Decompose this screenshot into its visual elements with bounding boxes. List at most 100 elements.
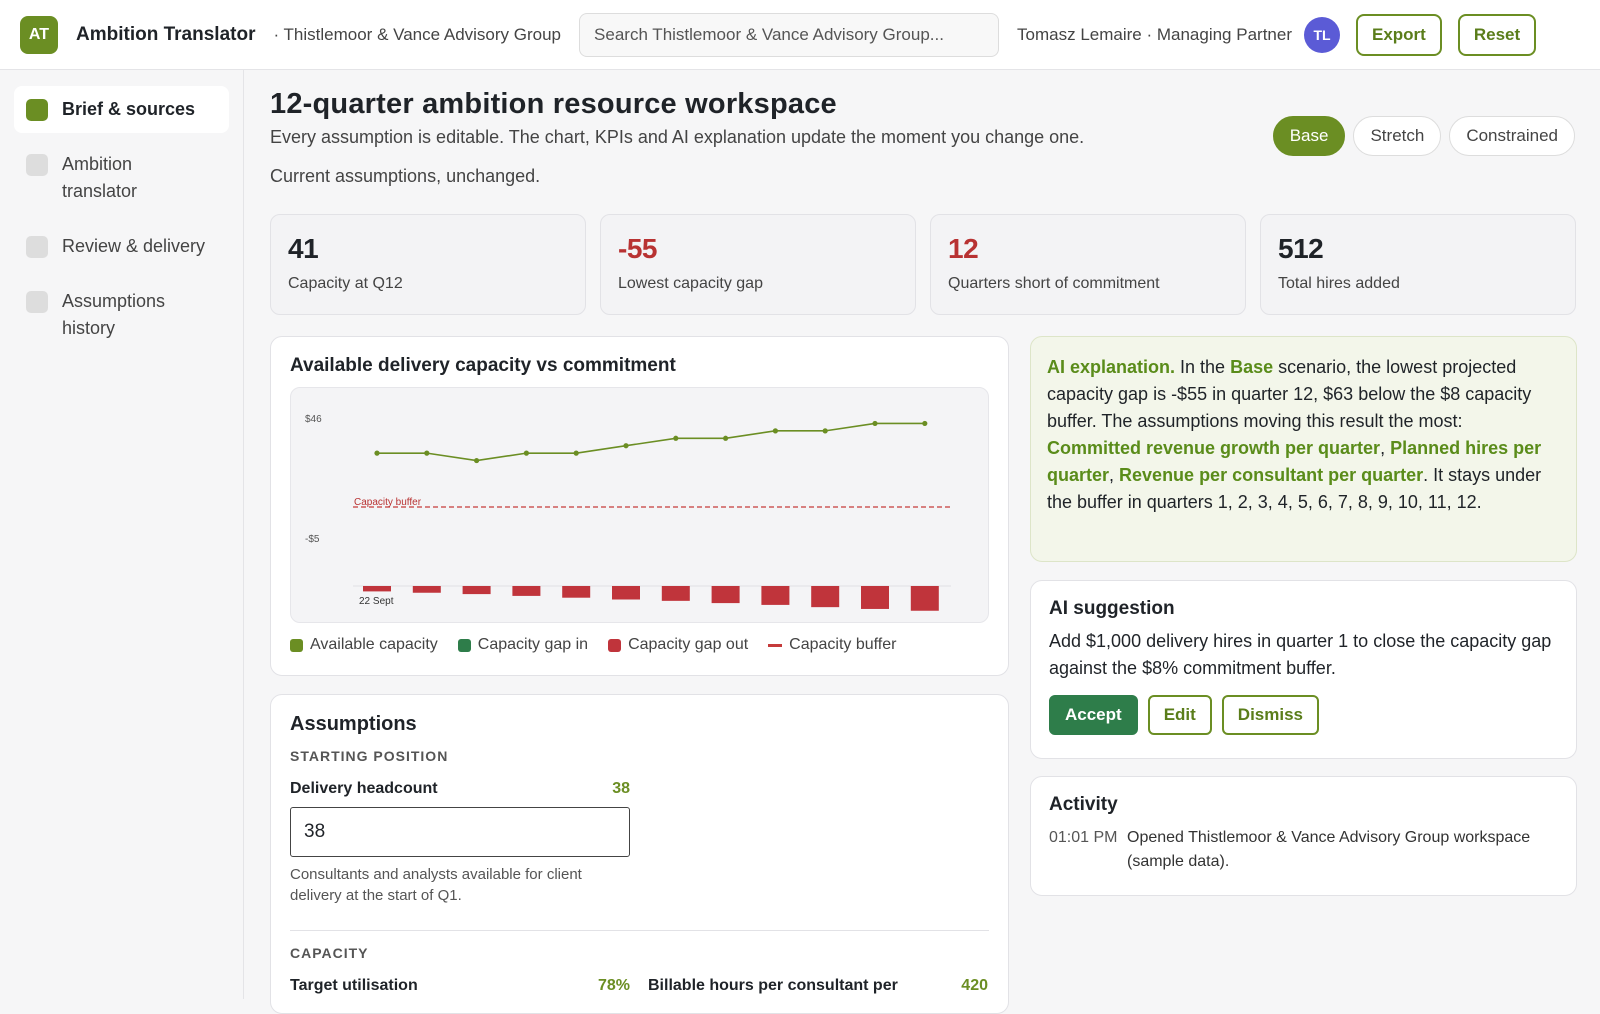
divider xyxy=(290,930,989,931)
nav-square-icon xyxy=(26,291,48,313)
field-value: 38 xyxy=(612,780,630,797)
nav-square-icon xyxy=(26,236,48,258)
kpi-label: Quarters short of commitment xyxy=(948,275,1160,292)
legend-label: Available capacity xyxy=(310,636,438,653)
chart-svg: $46 -$5 Capacity buffer 22 Sept xyxy=(305,414,951,611)
activity-item: 01:01 PM Opened Thistlemoor & Vance Advi… xyxy=(1049,826,1558,874)
ai-text: , xyxy=(1380,438,1391,458)
gap-bar xyxy=(910,586,939,611)
kpi-value: 41 xyxy=(288,233,319,264)
reset-button[interactable]: Reset xyxy=(1457,13,1537,56)
gap-bar xyxy=(612,586,640,600)
legend-item: Capacity gap in xyxy=(457,636,589,654)
ai-driver: Revenue per consultant per quarter xyxy=(1119,465,1424,485)
search-input[interactable]: Search Thistlemoor & Vance Advisory Grou… xyxy=(579,12,1000,57)
chart-plot-area: $46 -$5 Capacity buffer 22 Sept xyxy=(290,387,989,623)
legend-item: Available capacity xyxy=(290,636,438,654)
nav-square-icon xyxy=(26,99,48,121)
sidebar-item-label: Brief & sources xyxy=(62,99,196,119)
sidebar: Brief & sources Ambition translator Revi… xyxy=(0,70,244,999)
legend-label: Capacity buffer xyxy=(789,636,897,653)
field-help: Consultants and analysts available for c… xyxy=(290,866,582,904)
capacity-point xyxy=(623,443,629,449)
accept-button[interactable]: Accept xyxy=(1049,695,1138,735)
activity-text: Opened Thistlemoor & Vance Advisory Grou… xyxy=(1127,829,1531,870)
kpi-label: Capacity at Q12 xyxy=(288,275,403,292)
capacity-point xyxy=(772,428,778,434)
org-name: · Thistlemoor & Vance Advisory Group xyxy=(273,24,562,44)
kpi-card: 12 Quarters short of commitment xyxy=(930,214,1246,315)
gap-bar xyxy=(462,586,491,595)
legend-label: Capacity gap out xyxy=(628,636,749,653)
capacity-point xyxy=(523,450,529,456)
sidebar-item-label: Assumptions history xyxy=(62,291,166,338)
app-name: Ambition Translator xyxy=(76,23,256,45)
gap-bar xyxy=(661,586,690,601)
export-button[interactable]: Export xyxy=(1356,13,1442,56)
legend-label: Capacity gap in xyxy=(477,636,589,653)
capacity-point xyxy=(424,450,430,456)
field-header: Billable hours per consultant per 420 xyxy=(648,977,988,995)
top-bar: AT Ambition Translator · Thistlemoor & V… xyxy=(0,0,1600,70)
sidebar-item-brief[interactable]: Brief & sources xyxy=(14,86,229,133)
headcount-input[interactable]: 38 xyxy=(290,807,630,857)
sidebar-item-ambition-translator[interactable]: Ambition translator xyxy=(14,141,229,215)
kpi-label: Lowest capacity gap xyxy=(618,275,763,292)
kpi-card: 41 Capacity at Q12 xyxy=(270,214,586,315)
capacity-point xyxy=(922,420,928,427)
sidebar-item-label: Ambition translator xyxy=(62,154,138,201)
suggestion-title: AI suggestion xyxy=(1049,598,1175,619)
scenario-base[interactable]: Base xyxy=(1272,116,1346,156)
assumptions-title: Assumptions xyxy=(290,713,417,735)
capacity-fields: Target utilisation 78% Billable hours pe… xyxy=(290,961,989,995)
sidebar-item-history[interactable]: Assumptions history xyxy=(14,278,229,352)
legend-item: Capacity buffer xyxy=(768,636,896,654)
gap-bar xyxy=(811,586,840,608)
legend-swatch xyxy=(457,638,471,652)
kpi-card: 512 Total hires added xyxy=(1260,214,1576,315)
avatar[interactable]: TL xyxy=(1304,16,1340,53)
edit-button[interactable]: Edit xyxy=(1147,695,1212,735)
scenario-switcher: Base Stretch Constrained xyxy=(1272,116,1575,156)
gap-bar xyxy=(562,586,591,598)
section-heading: CAPACITY xyxy=(290,945,369,961)
section-heading: STARTING POSITION xyxy=(290,748,449,764)
field-header: Delivery headcount 38 xyxy=(290,780,630,798)
capacity-point xyxy=(474,457,480,464)
gap-bar xyxy=(711,586,740,604)
legend-swatch xyxy=(290,638,303,652)
kpi-value: 512 xyxy=(1278,233,1324,264)
gap-bar xyxy=(861,586,889,609)
ai-explanation: AI explanation. In the Base scenario, th… xyxy=(1030,336,1577,562)
legend-line xyxy=(768,643,783,647)
chart-legend: Available capacity Capacity gap in Capac… xyxy=(290,636,989,654)
activity-time: 01:01 PM xyxy=(1049,829,1118,846)
suggestion-actions: Accept Edit Dismiss xyxy=(1049,695,1558,735)
sidebar-item-review[interactable]: Review & delivery xyxy=(14,223,229,270)
assumption-status: Current assumptions, unchanged. xyxy=(270,166,541,186)
capacity-point xyxy=(822,428,828,434)
activity-title: Activity xyxy=(1049,794,1118,815)
dismiss-button[interactable]: Dismiss xyxy=(1221,695,1319,735)
scenario-stretch[interactable]: Stretch xyxy=(1353,116,1442,156)
ai-suggestion-card: AI suggestion Add $1,000 delivery hires … xyxy=(1030,580,1577,759)
capacity-line xyxy=(377,422,925,462)
x-tick-label: 22 Sept xyxy=(359,596,394,607)
capacity-point xyxy=(374,450,380,456)
chart-title: Available delivery capacity vs commitmen… xyxy=(290,355,676,376)
nav-square-icon xyxy=(26,154,48,176)
field-header: Target utilisation 78% xyxy=(290,977,630,995)
legend-swatch xyxy=(608,638,622,652)
scenario-constrained[interactable]: Constrained xyxy=(1449,116,1575,156)
field-label: Delivery headcount xyxy=(290,780,438,797)
main-content: 12-quarter ambition resource workspace E… xyxy=(270,88,1578,1014)
y-tick-label: $46 xyxy=(305,414,322,425)
kpi-value: -55 xyxy=(618,233,657,264)
capacity-point xyxy=(872,420,878,427)
field-label: Target utilisation xyxy=(290,977,418,994)
app-logo: AT xyxy=(20,15,58,54)
gap-bar xyxy=(761,586,790,605)
legend-item: Capacity gap out xyxy=(608,636,748,654)
y-tick-label: -$5 xyxy=(305,534,320,545)
assumptions-card: Assumptions STARTING POSITION Delivery h… xyxy=(270,694,1009,1014)
